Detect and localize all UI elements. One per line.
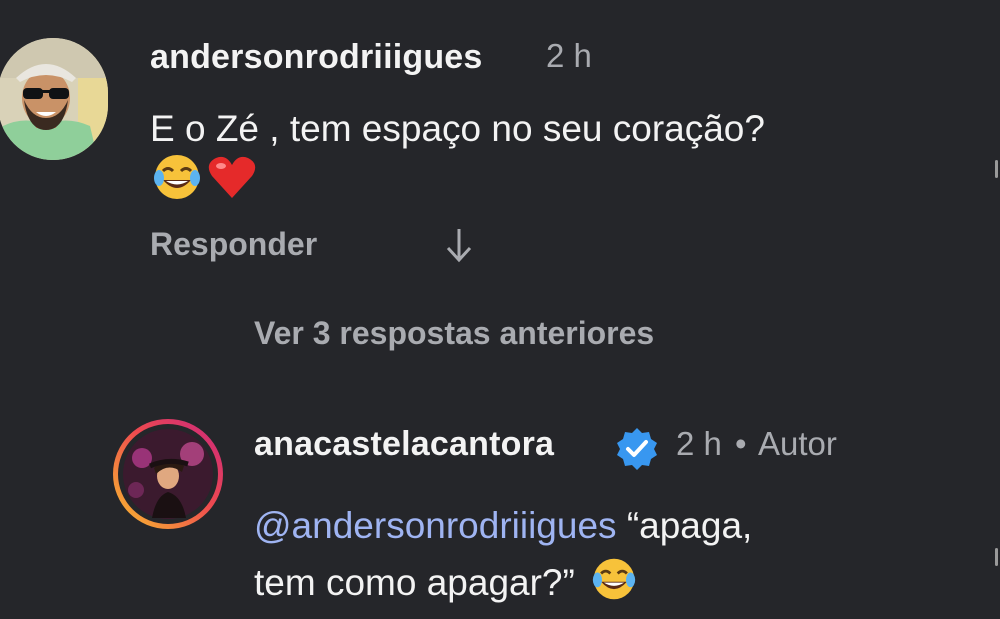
- comment-1-reply-button[interactable]: Responder: [150, 226, 317, 263]
- comment-2-username[interactable]: anacastelacantora: [254, 425, 554, 464]
- tears-of-joy-emoji-icon: [591, 556, 637, 614]
- mention-link[interactable]: @andersonrodriiigues: [254, 505, 617, 546]
- comment-2-text-part-2: tem como apagar?”: [254, 561, 575, 603]
- tears-of-joy-emoji-icon: [152, 152, 202, 214]
- comments-screen: andersonrodriiigues 2 h E o Zé , tem esp…: [0, 0, 1000, 619]
- comment-1-more-indicator[interactable]: [995, 160, 998, 178]
- avatar-anacastelacantora[interactable]: [112, 418, 224, 530]
- comment-2-line-2: tem como apagar?”: [254, 556, 752, 614]
- comment-2-line-1: @andersonrodriiigues “apaga,: [254, 502, 752, 550]
- comment-2-meta: 2 h • Autor: [676, 425, 837, 463]
- comment-1-username[interactable]: andersonrodriiigues: [150, 38, 483, 77]
- verified-badge-icon: [614, 426, 660, 477]
- comment-1-text: E o Zé , tem espaço no seu coração?: [150, 105, 765, 153]
- arrow-down-icon[interactable]: [444, 226, 474, 269]
- comment-1-time: 2 h: [546, 37, 592, 74]
- meta-separator: •: [735, 425, 747, 462]
- comment-2-text: @andersonrodriiigues “apaga, tem como ap…: [254, 502, 752, 614]
- author-label: Autor: [757, 425, 837, 462]
- avatar-photo: [0, 38, 108, 160]
- comment-2-text-part-1: “apaga,: [616, 505, 753, 546]
- red-heart-emoji-icon: [206, 152, 258, 214]
- comment-2-time: 2 h: [676, 425, 722, 462]
- view-previous-replies-button[interactable]: Ver 3 respostas anteriores: [254, 315, 654, 352]
- comment-1-text-line: E o Zé , tem espaço no seu coração?: [150, 108, 765, 149]
- comment-2-more-indicator[interactable]: [995, 548, 998, 566]
- avatar-andersonrodriiigues[interactable]: [0, 38, 108, 160]
- avatar-story-ring: [113, 419, 223, 529]
- comment-1-emoji-row: [152, 152, 258, 214]
